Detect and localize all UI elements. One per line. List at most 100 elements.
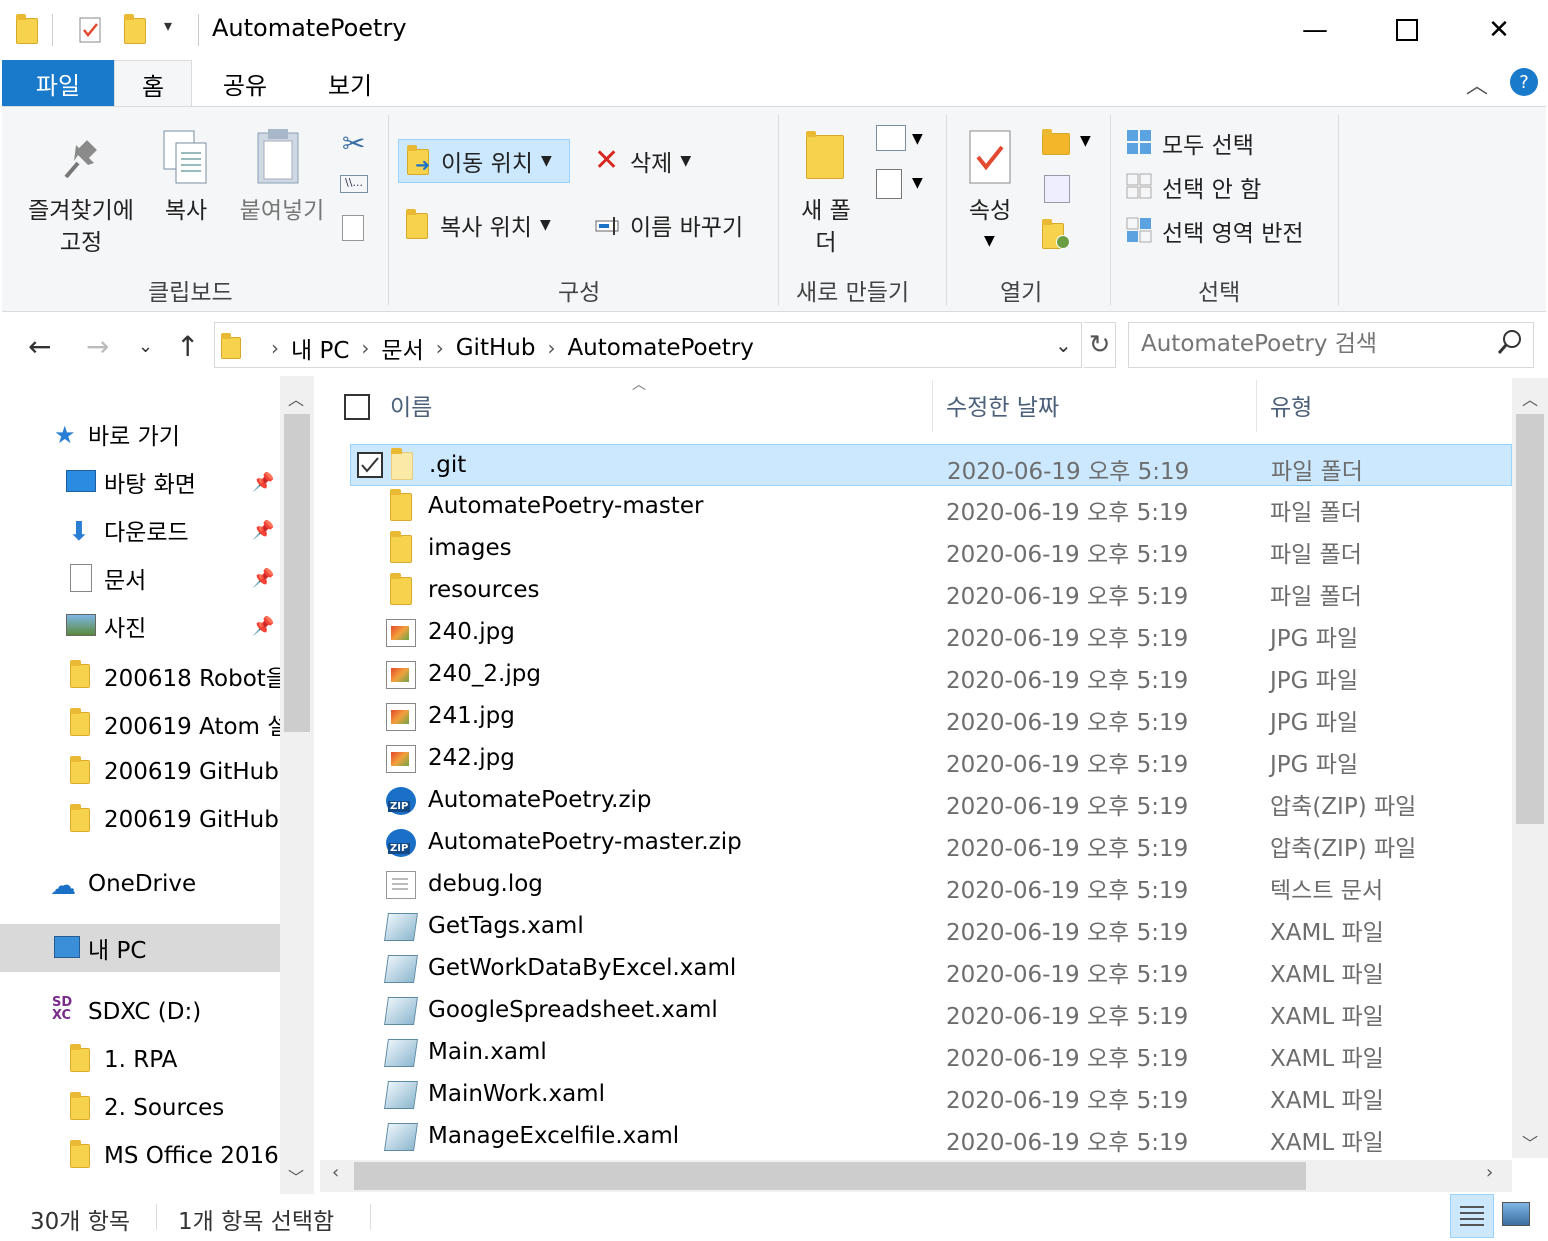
nav-item-folder[interactable]: 200619 GitHub D xyxy=(0,796,280,844)
easy-access-icon[interactable] xyxy=(876,169,902,199)
address-bar[interactable]: › 내 PC › 문서 › GitHub › AutomatePoetry ⌄ xyxy=(214,322,1082,368)
row-checkbox[interactable] xyxy=(357,452,383,478)
file-row[interactable]: MainWork.xaml 2020-06-19 오후 5:19 XAML 파일 xyxy=(350,1074,1512,1116)
pin-icon[interactable]: 📌 xyxy=(252,568,274,589)
file-row[interactable]: 240.jpg 2020-06-19 오후 5:19 JPG 파일 xyxy=(350,612,1512,654)
column-divider[interactable] xyxy=(932,380,933,432)
copy-button[interactable]: 복사 xyxy=(154,195,218,227)
nav-onedrive[interactable]: ☁ OneDrive xyxy=(0,860,280,908)
help-icon[interactable]: ? xyxy=(1510,68,1538,96)
new-folder-icon[interactable] xyxy=(122,14,148,44)
collapse-ribbon-chevron-icon[interactable]: ︿ xyxy=(1466,68,1488,100)
forward-arrow-icon[interactable]: → xyxy=(86,330,109,363)
nav-item-folder[interactable]: 200619 Atom 설 xyxy=(0,700,280,748)
nav-this-pc[interactable]: 내 PC xyxy=(0,924,280,972)
move-to-button[interactable]: ➜ 이동 위치 ▼ xyxy=(398,139,570,183)
nav-sdxc[interactable]: SD XC SDXC (D:) xyxy=(0,988,280,1036)
edit-icon[interactable] xyxy=(1044,175,1070,203)
file-row[interactable]: AutomatePoetry-master 2020-06-19 오후 5:19 파… xyxy=(350,486,1512,528)
file-row[interactable]: 241.jpg 2020-06-19 오후 5:19 JPG 파일 xyxy=(350,696,1512,738)
breadcrumb-separator-icon[interactable]: › xyxy=(361,336,369,360)
column-header-name[interactable]: 이름 xyxy=(390,388,432,422)
file-row[interactable]: 242.jpg 2020-06-19 오후 5:19 JPG 파일 xyxy=(350,738,1512,780)
minimize-button[interactable]: — xyxy=(1292,8,1338,52)
file-row[interactable]: ManageExcelfile.xaml 2020-06-19 오후 5:19 XA… xyxy=(350,1116,1512,1158)
chevron-down-icon[interactable]: ▼ xyxy=(1080,133,1091,149)
nav-item-folder[interactable]: 200618 Robot을 xyxy=(0,652,280,700)
column-header-date[interactable]: 수정한 날짜 xyxy=(946,388,1059,422)
rename-button[interactable]: 이름 바꾸기 xyxy=(594,205,743,245)
customize-toolbar-chevron-icon[interactable]: ▾ xyxy=(164,16,172,35)
pin-icon[interactable]: 📌 xyxy=(252,616,274,637)
pin-icon[interactable]: 📌 xyxy=(252,520,274,541)
nav-item-pictures[interactable]: 사진 📌 xyxy=(0,602,280,650)
breadcrumb-automatepoetry[interactable]: AutomatePoetry xyxy=(567,335,753,361)
nav-item-folder[interactable]: 2. Sources xyxy=(0,1084,280,1132)
nav-item-folder[interactable]: MS Office 2016 xyxy=(0,1132,280,1180)
back-arrow-icon[interactable]: ← xyxy=(28,330,51,363)
file-row[interactable]: 240_2.jpg 2020-06-19 오후 5:19 JPG 파일 xyxy=(350,654,1512,696)
scroll-down-chevron-icon[interactable]: ﹀ xyxy=(1522,1130,1538,1154)
scroll-left-chevron-icon[interactable]: ‹ xyxy=(332,1162,339,1183)
nav-item-folder[interactable]: 1. RPA xyxy=(0,1036,280,1084)
tab-share[interactable]: 공유 xyxy=(200,60,290,106)
select-all-button[interactable]: 모두 선택 xyxy=(1126,125,1254,161)
chevron-down-icon[interactable]: ▼ xyxy=(912,175,923,191)
scroll-right-chevron-icon[interactable]: › xyxy=(1486,1162,1493,1183)
close-button[interactable]: ✕ xyxy=(1476,8,1522,52)
column-divider[interactable] xyxy=(1256,380,1257,432)
details-view-button[interactable] xyxy=(1450,1194,1494,1238)
file-row[interactable]: images 2020-06-19 오후 5:19 파일 폴더 xyxy=(350,528,1512,570)
tab-home[interactable]: 홈 xyxy=(114,60,192,108)
tab-view[interactable]: 보기 xyxy=(300,60,400,106)
address-dropdown-chevron-icon[interactable]: ⌄ xyxy=(1055,333,1072,357)
file-row[interactable]: Main.xaml 2020-06-19 오후 5:19 XAML 파일 xyxy=(350,1032,1512,1074)
nav-item-desktop[interactable]: 바탕 화면 📌 xyxy=(0,458,280,506)
column-header-type[interactable]: 유형 xyxy=(1270,388,1312,422)
paste-shortcut-icon[interactable] xyxy=(342,215,364,241)
new-folder-button[interactable]: 새 폴더 xyxy=(794,195,858,259)
file-row[interactable]: GoogleSpreadsheet.xaml 2020-06-19 오후 5:19… xyxy=(350,990,1512,1032)
file-row[interactable]: AutomatePoetry-master.zip 2020-06-19 오후 5… xyxy=(350,822,1512,864)
nav-item-downloads[interactable]: ⬇ 다운로드 📌 xyxy=(0,506,280,554)
cut-icon[interactable]: ✂ xyxy=(342,127,365,160)
open-icon[interactable] xyxy=(1042,129,1072,155)
properties-checkbox-icon[interactable] xyxy=(78,14,104,44)
history-icon[interactable] xyxy=(1042,219,1072,251)
search-box[interactable] xyxy=(1128,322,1534,368)
select-all-checkbox[interactable] xyxy=(344,394,370,420)
file-row[interactable]: GetWorkDataByExcel.xaml 2020-06-19 오후 5:1… xyxy=(350,948,1512,990)
file-row[interactable]: debug.log 2020-06-19 오후 5:19 텍스트 문서 xyxy=(350,864,1512,906)
nav-scrollbar[interactable]: ︿ ﹀ xyxy=(280,376,314,1194)
pin-icon[interactable]: 📌 xyxy=(252,472,274,493)
nav-quick-access[interactable]: ★ 바로 가기 xyxy=(0,410,280,458)
scroll-up-chevron-icon[interactable]: ︿ xyxy=(288,386,304,410)
copy-to-button[interactable]: 복사 위치 ▼ xyxy=(404,205,551,245)
file-row[interactable]: resources 2020-06-19 오후 5:19 파일 폴더 xyxy=(350,570,1512,612)
nav-item-folder[interactable]: 200619 GitHub C xyxy=(0,748,280,796)
tab-file[interactable]: 파일 xyxy=(2,60,114,106)
large-icons-view-button[interactable] xyxy=(1502,1202,1530,1226)
nav-item-documents[interactable]: 문서 📌 xyxy=(0,554,280,602)
file-row[interactable]: .git 2020-06-19 오후 5:19 파일 폴더 xyxy=(350,444,1512,486)
horizontal-scrollbar[interactable]: ‹ › xyxy=(320,1160,1512,1192)
file-row[interactable]: GetTags.xaml 2020-06-19 오후 5:19 XAML 파일 xyxy=(350,906,1512,948)
paste-button[interactable]: 붙여넣기 xyxy=(230,195,334,227)
recent-locations-chevron-icon[interactable]: ⌄ xyxy=(138,336,153,357)
new-item-icon[interactable] xyxy=(876,125,906,151)
refresh-button[interactable]: ↻ xyxy=(1084,322,1116,368)
invert-selection-button[interactable]: 선택 영역 반전 xyxy=(1126,213,1304,249)
search-input[interactable] xyxy=(1141,331,1481,357)
scrollbar-thumb[interactable] xyxy=(1516,414,1544,824)
delete-button[interactable]: ✕ 삭제 ▼ xyxy=(594,141,691,181)
breadcrumb-documents[interactable]: 문서 xyxy=(381,331,423,365)
search-icon[interactable] xyxy=(1497,329,1523,363)
breadcrumb-this-pc[interactable]: 내 PC xyxy=(291,331,349,365)
scroll-up-chevron-icon[interactable]: ︿ xyxy=(1522,386,1538,410)
breadcrumb-separator-icon[interactable]: › xyxy=(547,336,555,360)
up-arrow-icon[interactable]: ↑ xyxy=(176,330,199,363)
scrollbar-thumb[interactable] xyxy=(284,414,310,732)
copy-path-icon[interactable]: \\... xyxy=(340,175,368,193)
pin-to-quick-access-button[interactable]: 즐겨찾기에 고정 xyxy=(16,195,146,259)
chevron-down-icon[interactable]: ▼ xyxy=(984,233,995,249)
